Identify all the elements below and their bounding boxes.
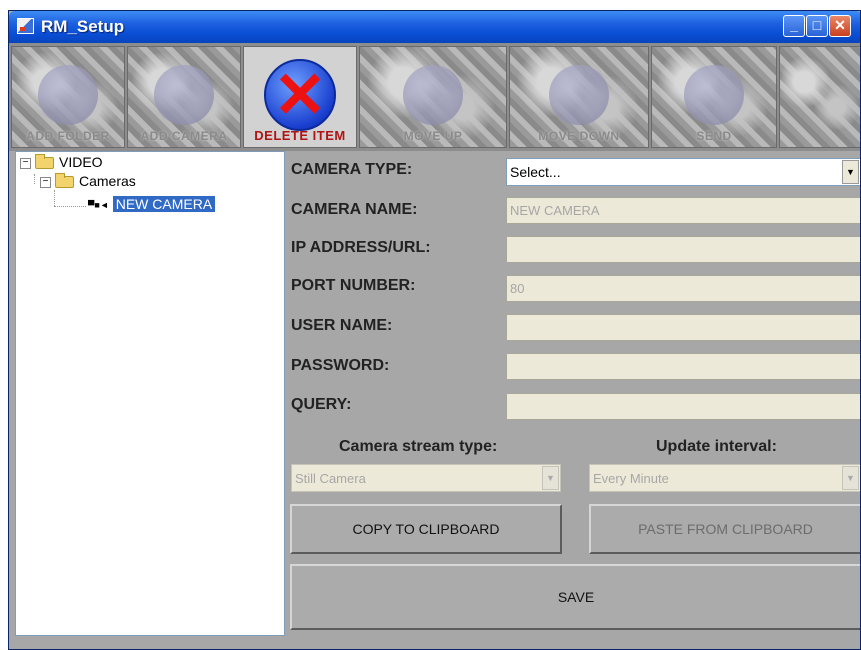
camera-name-label: CAMERA NAME: xyxy=(291,201,418,218)
add-camera-icon xyxy=(154,65,214,125)
status-bar xyxy=(9,637,860,649)
user-name-field[interactable] xyxy=(506,314,860,341)
camera-tree[interactable]: − VIDEO − Cameras ▀■◄ NEW CAMERA xyxy=(15,151,285,636)
send-button[interactable]: SEND xyxy=(651,46,777,148)
save-button[interactable]: SAVE xyxy=(290,564,860,630)
send-arrow-icon xyxy=(684,65,744,125)
minimize-button[interactable]: _ xyxy=(783,15,805,37)
tool-label: MOVE DOWN xyxy=(538,129,620,143)
tree-node-new-camera[interactable]: ▀■◄ NEW CAMERA xyxy=(88,196,216,212)
port-number-label: PORT NUMBER: xyxy=(291,277,416,294)
update-interval-value: Every Minute xyxy=(593,471,669,486)
user-name-label: USER NAME: xyxy=(291,317,393,334)
close-button[interactable]: ✕ xyxy=(829,15,851,37)
add-camera-button[interactable]: ADD CAMERA xyxy=(127,46,241,148)
rm-setup-window: RM_Setup _ □ ✕ ADD FOLDER ADD CAMERA ✕ D… xyxy=(8,10,861,650)
chevron-down-icon[interactable]: ▼ xyxy=(542,466,559,490)
stream-type-heading: Camera stream type: xyxy=(339,438,498,455)
copy-to-clipboard-button[interactable]: COPY TO CLIPBOARD xyxy=(290,504,562,554)
maximize-button[interactable]: □ xyxy=(806,15,828,37)
tree-label-video: VIDEO xyxy=(59,154,103,170)
tool-label: ADD FOLDER xyxy=(26,129,110,143)
add-folder-icon xyxy=(38,65,98,125)
tree-node-video[interactable]: − VIDEO xyxy=(20,154,103,170)
query-field[interactable] xyxy=(506,393,860,420)
add-folder-button[interactable]: ADD FOLDER xyxy=(11,46,125,148)
close-icon: ✕ xyxy=(834,17,846,33)
tool-label: ADD CAMERA xyxy=(140,129,228,143)
title-bar[interactable]: RM_Setup _ □ ✕ xyxy=(9,11,860,43)
tool-label: DELETE ITEM xyxy=(254,128,346,143)
chevron-down-icon[interactable]: ▼ xyxy=(842,160,859,184)
tool-label: SEND xyxy=(696,129,732,143)
minimize-icon: _ xyxy=(790,17,798,33)
camera-name-value: NEW CAMERA xyxy=(510,203,600,218)
toolbar: ADD FOLDER ADD CAMERA ✕ DELETE ITEM MOVE… xyxy=(9,43,860,151)
folder-icon xyxy=(55,173,74,189)
collapse-icon[interactable]: − xyxy=(40,176,51,188)
window-title: RM_Setup xyxy=(41,17,125,36)
password-label: PASSWORD: xyxy=(291,357,390,374)
tool-label: MOVE UP xyxy=(403,129,463,143)
extra-tool-button[interactable] xyxy=(779,46,860,148)
stream-type-value: Still Camera xyxy=(295,471,366,486)
paste-from-clipboard-button[interactable]: PASTE FROM CLIPBOARD xyxy=(589,504,860,554)
camera-icon: ▀■◄ xyxy=(88,200,109,211)
password-field[interactable] xyxy=(506,353,860,380)
collapse-icon[interactable]: − xyxy=(20,157,31,169)
ip-address-label: IP ADDRESS/URL: xyxy=(291,239,431,256)
query-label: QUERY: xyxy=(291,396,352,413)
update-interval-select[interactable]: Every Minute ▼ xyxy=(589,464,860,492)
ip-address-field[interactable] xyxy=(506,236,860,263)
maximize-icon: □ xyxy=(812,17,822,33)
tree-node-cameras[interactable]: − Cameras xyxy=(40,173,136,189)
port-number-field[interactable]: 80 xyxy=(506,275,860,302)
camera-type-label: CAMERA TYPE: xyxy=(291,161,413,178)
tree-label-cameras: Cameras xyxy=(79,173,136,189)
folder-icon xyxy=(35,154,54,170)
port-number-value: 80 xyxy=(510,281,525,296)
camera-type-select[interactable]: Select... ▼ xyxy=(506,158,860,186)
tree-label-new-camera: NEW CAMERA xyxy=(112,196,216,212)
move-down-button[interactable]: MOVE DOWN xyxy=(509,46,649,148)
camera-name-field[interactable]: NEW CAMERA xyxy=(506,197,860,224)
update-interval-heading: Update interval: xyxy=(656,438,777,455)
app-icon xyxy=(17,18,34,34)
delete-icon: ✕ xyxy=(264,59,336,131)
arrow-up-icon xyxy=(403,65,463,125)
move-up-button[interactable]: MOVE UP xyxy=(359,46,507,148)
chevron-down-icon[interactable]: ▼ xyxy=(842,466,859,490)
arrow-down-icon xyxy=(549,65,609,125)
stream-type-select[interactable]: Still Camera ▼ xyxy=(291,464,561,492)
camera-type-value: Select... xyxy=(510,164,561,180)
delete-item-button[interactable]: ✕ DELETE ITEM xyxy=(243,46,357,148)
